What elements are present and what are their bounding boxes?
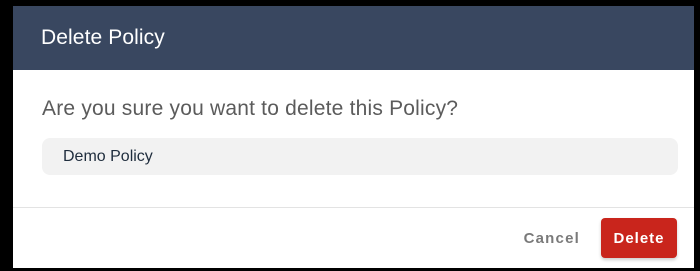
dialog-header: Delete Policy <box>13 6 694 70</box>
dialog-title: Delete Policy <box>41 26 165 49</box>
confirmation-question: Are you sure you want to delete this Pol… <box>42 97 459 120</box>
delete-policy-dialog: Delete Policy Are you sure you want to d… <box>13 6 694 268</box>
policy-name: Demo Policy <box>63 147 153 165</box>
dialog-body: Are you sure you want to delete this Pol… <box>13 70 694 207</box>
policy-name-chip: Demo Policy <box>42 138 678 175</box>
dialog-footer: Cancel Delete <box>13 208 694 268</box>
delete-button[interactable]: Delete <box>601 218 677 258</box>
screen-frame: Delete Policy Are you sure you want to d… <box>0 0 700 271</box>
cancel-button[interactable]: Cancel <box>520 222 584 255</box>
